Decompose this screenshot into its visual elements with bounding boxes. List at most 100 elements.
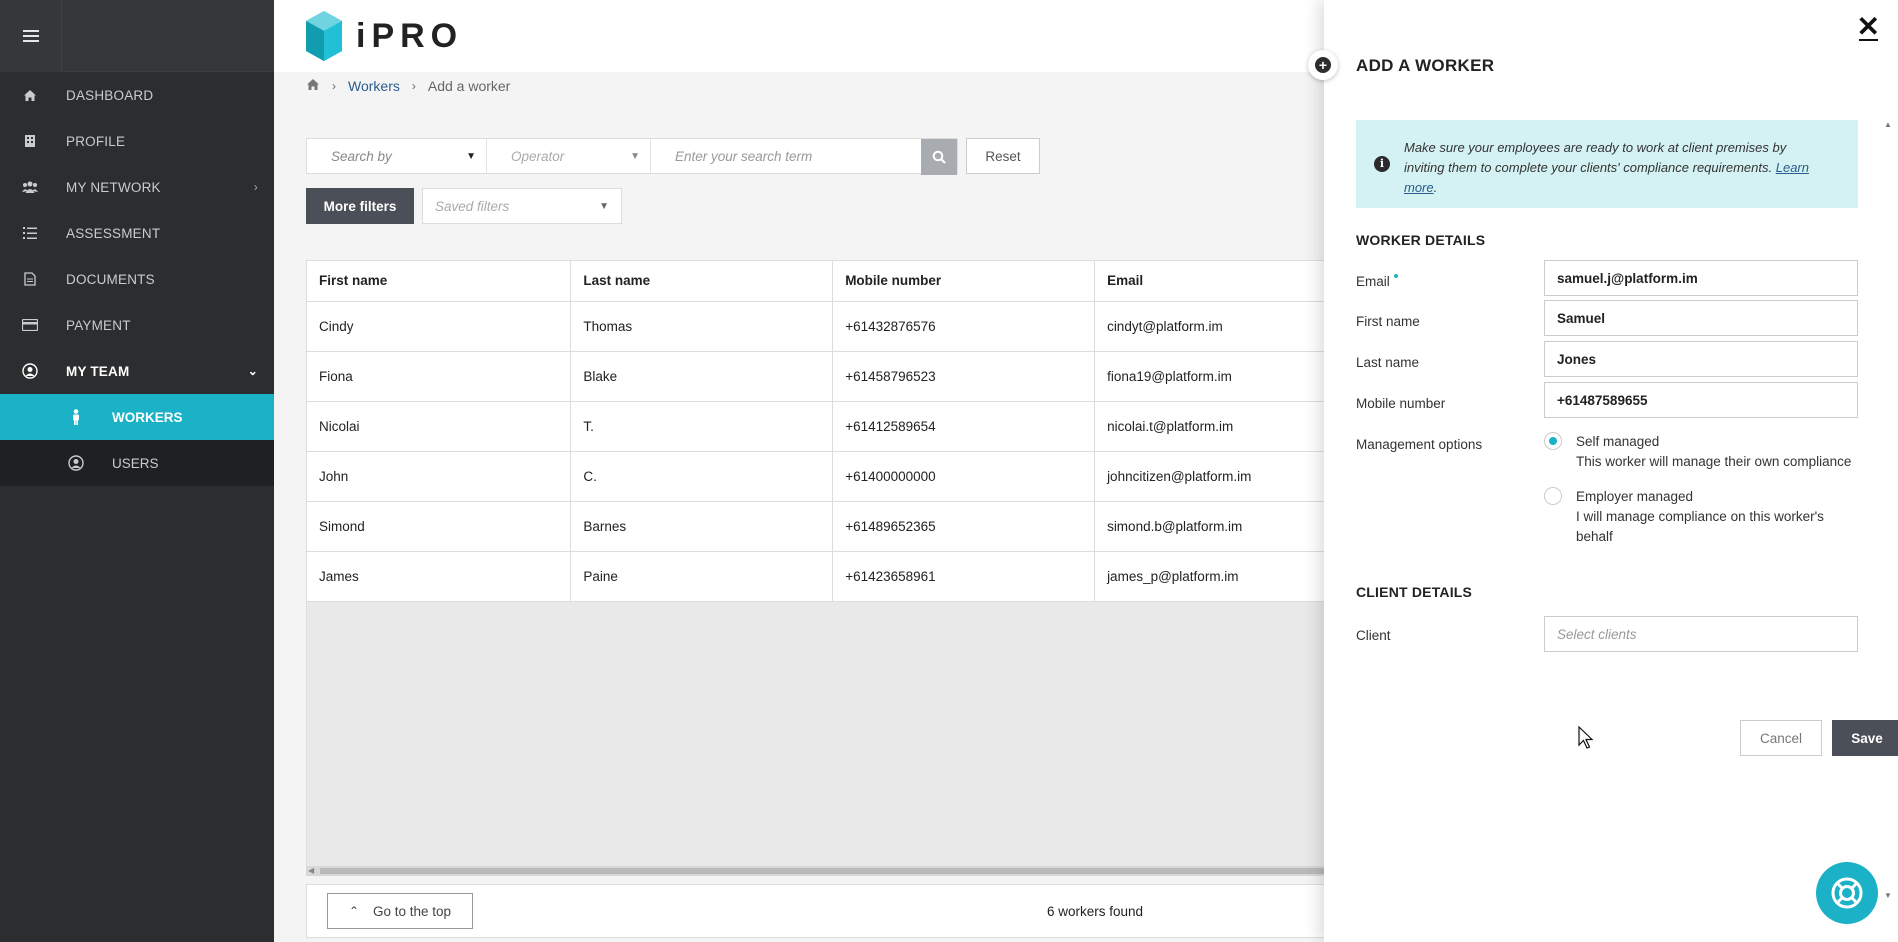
sidebar-header-spacer	[62, 0, 274, 71]
sidebar-item-workers[interactable]: WORKERS	[0, 394, 274, 440]
column-header-first-name[interactable]: First name	[307, 261, 572, 302]
option-title: Employer managed	[1576, 489, 1694, 504]
cell-mobile: +61412589654	[832, 401, 1096, 452]
search-bar: Search by ▼ Operator ▼ Enter your search…	[306, 138, 958, 175]
radio-employer-managed[interactable]: Employer managed I will manage complianc…	[1544, 487, 1856, 547]
cancel-button[interactable]: Cancel	[1740, 720, 1822, 756]
last-name-field[interactable]: Jones	[1544, 341, 1858, 377]
info-banner: i Make sure your employees are ready to …	[1356, 120, 1858, 208]
mouse-cursor-icon	[1578, 725, 1594, 753]
worker-details-heading: WORKER DETAILS	[1356, 232, 1486, 248]
panel-collapse-button[interactable]: +	[1308, 50, 1338, 80]
credit-card-icon	[22, 317, 38, 333]
sidebar-item-label: PROFILE	[66, 133, 126, 149]
last-name-label: Last name	[1356, 355, 1420, 370]
email-field[interactable]: samuel.j@platform.im	[1544, 260, 1858, 296]
menu-toggle-button[interactable]	[0, 0, 62, 72]
cell-first-name: Fiona	[307, 351, 572, 402]
email-label: Email	[1356, 274, 1398, 289]
go-to-top-button[interactable]: ⌃ Go to the top	[327, 893, 473, 929]
cell-last-name: Thomas	[570, 301, 834, 352]
first-name-field[interactable]: Samuel	[1544, 300, 1858, 336]
sidebar-item-assessment[interactable]: ASSESSMENT	[0, 210, 274, 256]
breadcrumb-current: Add a worker	[427, 78, 511, 94]
scroll-down-icon[interactable]: ▼	[1884, 891, 1892, 900]
cell-mobile: +61458796523	[832, 351, 1096, 402]
lifebuoy-icon	[1831, 877, 1863, 909]
results-count: 6 workers found	[1047, 903, 1144, 919]
logo-text: iPRO	[356, 16, 464, 55]
operator-select[interactable]: Operator ▼	[487, 139, 651, 173]
table-row[interactable]: Simond Barnes +61489652365 simond.b@plat…	[307, 501, 1367, 552]
column-header-last-name[interactable]: Last name	[570, 261, 834, 302]
user-circle-icon	[22, 363, 38, 379]
chevron-down-icon: ⌄	[247, 364, 258, 378]
column-header-mobile[interactable]: Mobile number	[832, 261, 1096, 302]
sidebar-item-my-team[interactable]: MY TEAM ⌄	[0, 348, 274, 394]
search-term-input[interactable]: Enter your search term	[651, 139, 921, 173]
hamburger-icon	[22, 30, 39, 42]
option-description: I will manage compliance on this worker'…	[1576, 509, 1824, 544]
sidebar-item-payment[interactable]: PAYMENT	[0, 302, 274, 348]
caret-down-icon: ▼	[630, 150, 640, 162]
scroll-up-icon[interactable]: ▲	[1884, 120, 1892, 129]
more-filters-button[interactable]: More filters	[306, 188, 414, 224]
cell-first-name: Cindy	[307, 301, 572, 352]
sidebar-nav: DASHBOARD PROFILE MY NETWORK › ASSESSMEN…	[0, 72, 274, 486]
person-icon	[68, 409, 84, 425]
sidebar-item-users[interactable]: USERS	[0, 440, 274, 486]
operator-value: Operator	[511, 148, 565, 164]
table-row[interactable]: Fiona Blake +61458796523 fiona19@platfor…	[307, 351, 1367, 402]
sidebar-item-dashboard[interactable]: DASHBOARD	[0, 72, 274, 118]
sidebar-item-label: DASHBOARD	[66, 87, 154, 103]
scroll-left-icon[interactable]: ◀	[308, 866, 314, 875]
panel-scrollbar[interactable]: ▲ ▼	[1884, 120, 1892, 900]
horizontal-scrollbar[interactable]: ◀	[306, 866, 1366, 876]
option-description: This worker will manage their own compli…	[1576, 454, 1852, 469]
home-icon[interactable]	[306, 78, 320, 94]
user-circle-icon	[68, 455, 84, 471]
go-to-top-label: Go to the top	[373, 903, 452, 919]
management-options-label: Management options	[1356, 437, 1483, 452]
radio-button[interactable]	[1544, 487, 1562, 505]
sidebar-item-label: WORKERS	[112, 409, 183, 425]
table-row[interactable]: Nicolai T. +61412589654 nicolai.t@platfo…	[307, 401, 1367, 452]
radio-button-checked[interactable]	[1544, 432, 1562, 450]
logo[interactable]: iPRO	[306, 11, 463, 61]
save-button[interactable]: Save	[1832, 720, 1898, 756]
saved-filters-select[interactable]: Saved filters ▼	[422, 188, 622, 224]
workers-table: First name Last name Mobile number Email…	[307, 261, 1367, 602]
building-icon	[22, 133, 38, 149]
close-icon[interactable]: ✕	[1857, 10, 1880, 43]
users-icon	[22, 179, 38, 195]
panel-title: ADD A WORKER	[1356, 56, 1495, 75]
chevron-right-icon: ›	[253, 180, 258, 194]
table-header-row: First name Last name Mobile number Email	[307, 261, 1367, 302]
cell-last-name: Paine	[570, 551, 834, 602]
client-select[interactable]: Select clients	[1544, 616, 1858, 652]
search-term-placeholder: Enter your search term	[675, 148, 813, 164]
table-row[interactable]: James Paine +61423658961 james_p@platfor…	[307, 551, 1367, 602]
info-message: Make sure your employees are ready to wo…	[1404, 140, 1787, 175]
radio-self-managed[interactable]: Self managed This worker will manage the…	[1544, 432, 1856, 472]
table-row[interactable]: Cindy Thomas +61432876576 cindyt@platfor…	[307, 301, 1367, 352]
reset-button[interactable]: Reset	[966, 138, 1040, 174]
search-by-select[interactable]: Search by ▼	[307, 139, 487, 173]
breadcrumb-separator-icon: ›	[332, 79, 336, 93]
breadcrumb-workers-link[interactable]: Workers	[348, 78, 400, 94]
cell-last-name: Barnes	[570, 501, 834, 552]
mobile-field[interactable]: +61487589655	[1544, 382, 1858, 418]
chevron-up-icon: ⌃	[348, 904, 359, 918]
search-button[interactable]	[921, 139, 957, 175]
sidebar-item-my-network[interactable]: MY NETWORK ›	[0, 164, 274, 210]
help-button[interactable]	[1816, 862, 1878, 924]
table-row[interactable]: John C. +61400000000 johncitizen@platfor…	[307, 451, 1367, 502]
cell-mobile: +61423658961	[832, 551, 1096, 602]
cell-first-name: Simond	[307, 501, 572, 552]
info-text: Make sure your employees are ready to wo…	[1404, 138, 1824, 208]
sidebar-item-label: MY NETWORK	[66, 179, 161, 195]
sidebar-item-profile[interactable]: PROFILE	[0, 118, 274, 164]
scrollbar-thumb[interactable]	[320, 868, 1366, 874]
cell-last-name: Blake	[570, 351, 834, 402]
sidebar-item-documents[interactable]: DOCUMENTS	[0, 256, 274, 302]
